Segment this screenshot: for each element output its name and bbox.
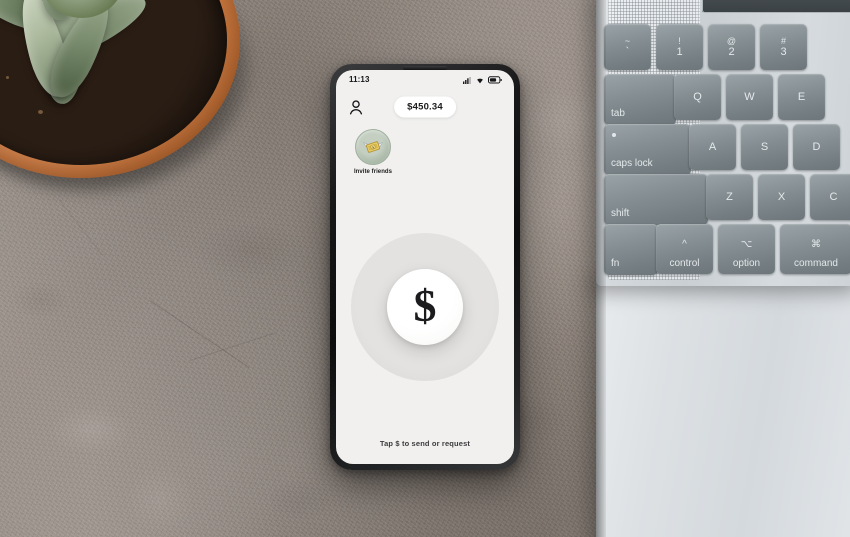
contacts-row: $ Invite friends xyxy=(336,125,514,175)
tab-key-label: tab xyxy=(611,108,625,119)
command-key-label: command xyxy=(794,258,838,269)
two-key[interactable]: @2 xyxy=(708,24,755,70)
d-key[interactable]: D xyxy=(793,124,840,170)
x-key-label: X xyxy=(777,191,786,203)
money-with-wings-emoji: $ xyxy=(362,141,384,153)
caps-lock-indicator-icon xyxy=(612,133,616,137)
two-key-upper-label: @ xyxy=(726,36,737,46)
tilde-key-upper-label: ~ xyxy=(624,36,631,46)
avatar[interactable]: $ xyxy=(355,129,391,165)
shift-key[interactable]: shift xyxy=(604,174,708,225)
signal-icon xyxy=(463,76,471,84)
one-key-upper-label: ! xyxy=(678,36,681,46)
tab-key[interactable]: tab xyxy=(604,74,676,125)
soil-fleck xyxy=(38,110,43,114)
pay-hint-text: Tap $ to send or request xyxy=(379,439,471,448)
option-key-upper-label: ⌥ xyxy=(740,239,753,250)
phone-screen[interactable]: 11:13 $450.34 $ Invite friends $ Tap $ t… xyxy=(336,70,514,464)
control-key[interactable]: ^ control xyxy=(656,224,713,274)
two-key-label: 2 xyxy=(728,46,735,58)
succulent-plant xyxy=(0,0,262,194)
w-key-label: W xyxy=(744,91,755,103)
status-bar: 11:13 xyxy=(336,70,514,89)
a-key-label: A xyxy=(708,141,717,153)
control-key-label: control xyxy=(669,258,700,269)
e-key-label: E xyxy=(797,91,806,103)
laptop-touch-bar xyxy=(702,0,850,13)
laptop-left-edge-shadow xyxy=(596,0,606,537)
person-icon[interactable] xyxy=(349,99,363,115)
contact-invite-friends[interactable]: $ Invite friends xyxy=(350,129,396,175)
soil-fleck xyxy=(6,76,9,79)
a-key[interactable]: A xyxy=(689,124,736,170)
c-key-label: C xyxy=(829,191,838,203)
w-key[interactable]: W xyxy=(726,74,773,120)
dollar-pay-button[interactable]: $ xyxy=(387,269,463,345)
z-key[interactable]: Z xyxy=(706,174,753,220)
tilde-key[interactable]: ~ ` xyxy=(604,24,651,70)
one-key[interactable]: ! 1 xyxy=(656,24,703,70)
fn-key[interactable]: fn xyxy=(604,224,658,275)
laptop: ~ `! 1 @2 #3 tab Q W Ecaps lock A S Dshift Z X Cfn ^ con… xyxy=(596,0,850,537)
shift-key-label: shift xyxy=(611,208,630,219)
s-key-label: S xyxy=(760,141,769,153)
status-bar-time: 11:13 xyxy=(349,75,370,84)
e-key[interactable]: E xyxy=(778,74,825,120)
laptop-palm-rest xyxy=(596,272,850,537)
balance-pill[interactable]: $450.34 xyxy=(394,96,456,118)
caps-lock-key-label: caps lock xyxy=(611,158,653,169)
z-key-label: Z xyxy=(726,191,733,203)
dollar-sign-icon: $ xyxy=(413,280,437,331)
d-key-label: D xyxy=(812,141,821,153)
tilde-key-label: ` xyxy=(625,46,630,58)
fn-key-label: fn xyxy=(611,258,620,269)
pay-area: $ xyxy=(336,175,514,439)
command-key-upper-label: ⌘ xyxy=(811,239,821,250)
app-header: $450.34 xyxy=(336,89,514,125)
three-key-label: 3 xyxy=(780,46,787,58)
option-key[interactable]: ⌥ option xyxy=(718,224,775,274)
three-key[interactable]: #3 xyxy=(760,24,807,70)
s-key[interactable]: S xyxy=(741,124,788,170)
status-bar-icons xyxy=(463,75,502,84)
three-key-upper-label: # xyxy=(780,36,786,46)
x-key[interactable]: X xyxy=(758,174,805,220)
control-key-upper-label: ^ xyxy=(682,239,687,250)
q-key-label: Q xyxy=(693,91,702,103)
wifi-icon xyxy=(477,78,483,83)
one-key-label: 1 xyxy=(676,46,683,58)
desk-scene: ~ `! 1 @2 #3 tab Q W Ecaps lock A S Dshift Z X Cfn ^ con… xyxy=(0,0,850,537)
smartphone: 11:13 $450.34 $ Invite friends $ Tap $ t… xyxy=(330,64,520,470)
c-key[interactable]: C xyxy=(810,174,850,220)
command-key[interactable]: ⌘ command xyxy=(780,224,850,274)
option-key-label: option xyxy=(732,258,761,269)
battery-icon xyxy=(488,75,502,83)
q-key[interactable]: Q xyxy=(674,74,721,120)
caps-lock-key[interactable]: caps lock xyxy=(604,124,691,175)
